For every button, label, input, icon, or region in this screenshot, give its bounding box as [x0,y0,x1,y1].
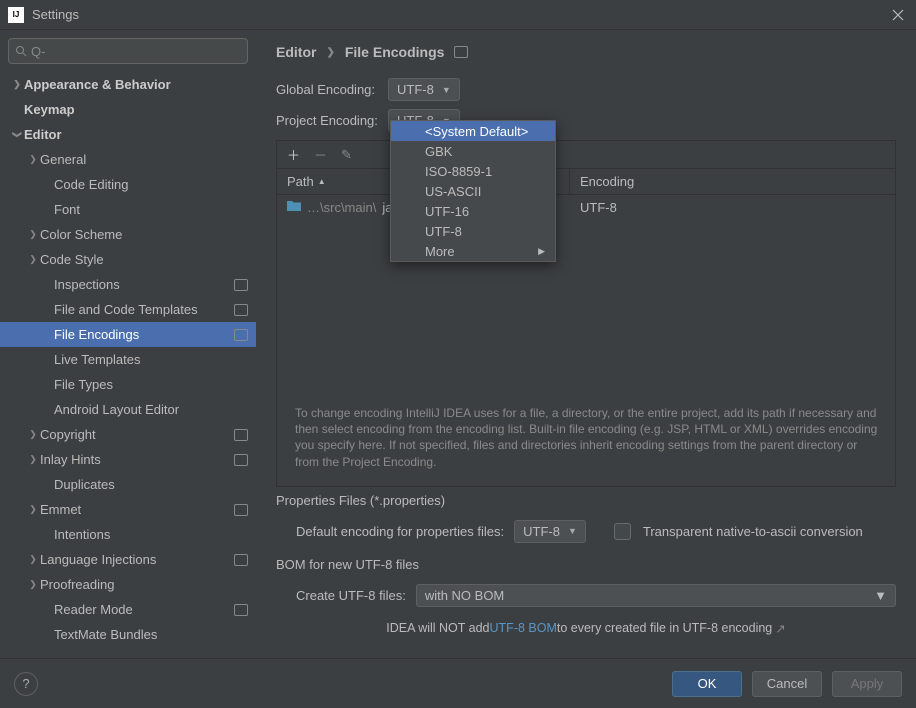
project-encoding-label: Project Encoding: [276,113,388,128]
nav-code-editing[interactable]: Code Editing [0,172,256,197]
nav-intentions[interactable]: Intentions [0,522,256,547]
dropdown-option-usascii[interactable]: US-ASCII [391,181,555,201]
nav-textmate[interactable]: TextMate Bundles [0,622,256,647]
properties-encoding-value: UTF-8 [523,524,560,539]
sort-asc-icon: ▲ [318,177,326,186]
nav-language-injections[interactable]: ❯Language Injections [0,547,256,572]
nav-color-scheme[interactable]: ❯Color Scheme [0,222,256,247]
bom-combo[interactable]: with NO BOM ▼ [416,584,896,607]
folder-icon [287,200,301,215]
global-encoding-value: UTF-8 [397,82,434,97]
table-header-encoding[interactable]: Encoding [570,169,895,194]
breadcrumb-editor[interactable]: Editor [276,44,316,60]
breadcrumb-file-encodings: File Encodings [345,44,445,60]
nav-proofreading[interactable]: ❯Proofreading [0,572,256,597]
row-encoding: UTF-8 [570,200,895,215]
project-badge-icon [454,46,468,58]
properties-default-label: Default encoding for properties files: [296,524,504,539]
project-badge-icon [234,504,248,516]
nav-copyright[interactable]: ❯Copyright [0,422,256,447]
nav-android-layout[interactable]: Android Layout Editor [0,397,256,422]
nav-general[interactable]: ❯General [0,147,256,172]
app-logo-icon: IJ [8,7,24,23]
project-badge-icon [234,554,248,566]
create-utf8-label: Create UTF-8 files: [296,588,406,603]
add-icon[interactable]: ＋ [287,145,300,164]
search-placeholder: Q- [31,44,45,59]
chevron-down-icon: ▼ [874,588,887,603]
dropdown-option-more[interactable]: More ▶ [391,241,555,261]
project-badge-icon [234,429,248,441]
nav-reader-mode[interactable]: Reader Mode [0,597,256,622]
help-button[interactable]: ? [14,672,38,696]
properties-section-title: Properties Files (*.properties) [276,493,896,508]
dropdown-option-iso[interactable]: ISO-8859-1 [391,161,555,181]
encoding-hint: To change encoding IntelliJ IDEA uses fo… [277,393,895,486]
ok-button[interactable]: OK [672,671,742,697]
close-icon[interactable] [888,5,908,25]
nav-file-code-templates[interactable]: File and Code Templates [0,297,256,322]
chevron-down-icon: ▼ [568,526,577,536]
project-badge-icon [234,279,248,291]
settings-tree: ❯Appearance & Behavior Keymap ❯Editor ❯G… [0,72,256,658]
chevron-right-icon: ❯ [326,47,334,58]
bom-section-title: BOM for new UTF-8 files [276,557,896,572]
nav-appearance[interactable]: ❯Appearance & Behavior [0,72,256,97]
nav-duplicates[interactable]: Duplicates [0,472,256,497]
dropdown-option-system-default[interactable]: <System Default> [391,121,555,141]
breadcrumb: Editor ❯ File Encodings [276,44,896,60]
dropdown-option-utf16[interactable]: UTF-16 [391,201,555,221]
nav-inspections[interactable]: Inspections [0,272,256,297]
nav-editor[interactable]: ❯Editor [0,122,256,147]
project-badge-icon [234,604,248,616]
nav-live-templates[interactable]: Live Templates [0,347,256,372]
dropdown-option-gbk[interactable]: GBK [391,141,555,161]
remove-icon[interactable]: － [314,145,327,164]
global-encoding-combo[interactable]: UTF-8 ▼ [388,78,460,101]
table-row[interactable]: …\src\main\java UTF-8 [277,195,895,219]
project-badge-icon [234,329,248,341]
window-title: Settings [32,7,79,22]
path-prefix: …\src\main\ [307,200,376,215]
global-encoding-label: Global Encoding: [276,82,388,97]
project-badge-icon [234,304,248,316]
nav-font[interactable]: Font [0,197,256,222]
transparent-checkbox[interactable] [614,523,631,540]
edit-icon[interactable]: ✎ [341,147,352,163]
utf8-bom-link[interactable]: UTF-8 BOM [490,621,557,636]
search-input[interactable]: Q- [8,38,248,64]
bom-combo-value: with NO BOM [425,588,504,603]
nav-inlay-hints[interactable]: ❯Inlay Hints [0,447,256,472]
titlebar: IJ Settings [0,0,916,30]
chevron-down-icon: ▼ [442,85,451,95]
bom-hint: IDEA will NOT add UTF-8 BOM to every cre… [276,621,896,636]
nav-code-style[interactable]: ❯Code Style [0,247,256,272]
chevron-right-icon: ▶ [538,246,545,257]
apply-button[interactable]: Apply [832,671,902,697]
nav-keymap[interactable]: Keymap [0,97,256,122]
encoding-table: ＋ － ✎ Path ▲ Encoding [276,140,896,487]
encoding-dropdown: <System Default> GBK ISO-8859-1 US-ASCII… [390,120,556,262]
cancel-button[interactable]: Cancel [752,671,822,697]
external-link-icon: ↗ [775,621,785,636]
properties-encoding-combo[interactable]: UTF-8 ▼ [514,520,586,543]
transparent-label: Transparent native-to-ascii conversion [643,524,863,539]
nav-file-types[interactable]: File Types [0,372,256,397]
dropdown-option-utf8[interactable]: UTF-8 [391,221,555,241]
nav-emmet[interactable]: ❯Emmet [0,497,256,522]
project-badge-icon [234,454,248,466]
search-icon [15,45,27,57]
nav-file-encodings[interactable]: File Encodings [0,322,256,347]
